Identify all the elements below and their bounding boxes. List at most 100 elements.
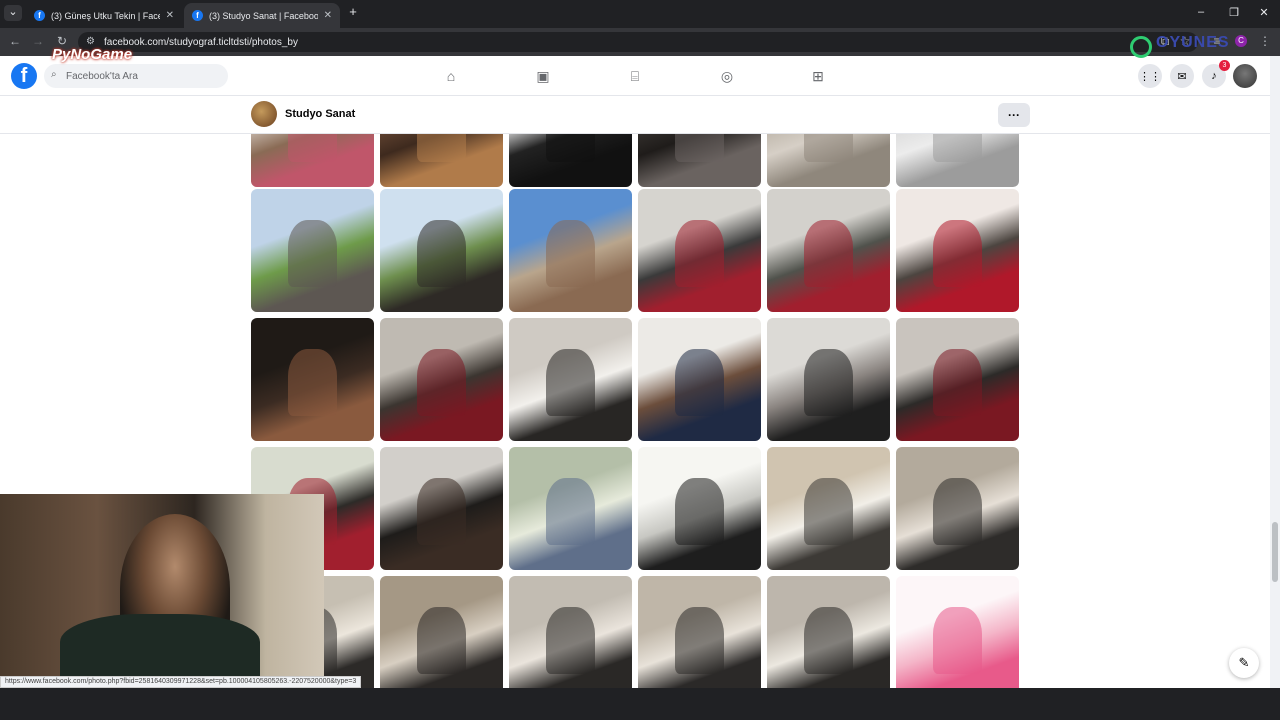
photo-thumbnail[interactable] <box>767 189 890 312</box>
page-scrollbar[interactable] <box>1270 56 1280 688</box>
home-icon[interactable]: ⌂ <box>442 67 460 85</box>
facebook-favicon-icon: f <box>34 10 45 21</box>
photo-thumbnail[interactable] <box>380 189 503 312</box>
photo-thumbnail[interactable] <box>509 447 632 570</box>
photo-subject <box>932 134 983 163</box>
new-tab-button[interactable]: + <box>345 4 361 19</box>
photo-subject <box>545 134 596 163</box>
photo-subject <box>803 348 854 417</box>
close-icon[interactable]: ✕ <box>324 10 332 21</box>
photo-subject <box>416 348 467 417</box>
photo-thumbnail[interactable] <box>509 576 632 688</box>
photo-subject <box>287 348 338 417</box>
photo-thumbnail[interactable] <box>638 318 761 441</box>
photo-subject <box>416 219 467 288</box>
apps-menu-icon[interactable]: ⋮⋮ <box>1138 64 1162 88</box>
video-icon[interactable]: ▣ <box>534 67 552 85</box>
photo-thumbnail[interactable] <box>638 447 761 570</box>
browser-tab-bar: ⌄ f (3) Güneş Utku Tekin | Facebook ✕ f … <box>0 0 1280 28</box>
marketplace-icon[interactable]: ⌸ <box>626 67 644 85</box>
tab-title: (3) Studyo Sanat | Facebook <box>209 10 318 21</box>
close-icon[interactable]: ✕ <box>166 10 174 21</box>
photo-subject <box>416 606 467 675</box>
gaming-icon[interactable]: ⊞ <box>809 67 827 85</box>
webcam-overlay <box>0 494 324 676</box>
groups-icon[interactable]: ◎ <box>718 67 736 85</box>
photo-thumbnail[interactable] <box>509 189 632 312</box>
taskbar-strip <box>0 688 1280 720</box>
menu-dots-icon[interactable]: ⋮ <box>1258 34 1272 48</box>
photo-subject <box>932 606 983 675</box>
url-text: facebook.com/studyograf.ticltdsti/photos… <box>104 36 298 48</box>
photo-thumbnail[interactable] <box>896 189 1019 312</box>
link-preview-status: https://www.facebook.com/photo.php?fbid=… <box>0 676 362 688</box>
minimize-icon[interactable]: – <box>1193 6 1209 18</box>
photo-thumbnail[interactable] <box>509 134 632 187</box>
photo-thumbnail[interactable] <box>896 134 1019 187</box>
search-placeholder: Facebook'ta Ara <box>66 70 138 82</box>
stream-logo-right: OYUNES <box>1130 34 1230 58</box>
stream-logo-left: PyNoGame <box>52 46 133 63</box>
photo-thumbnail[interactable] <box>251 134 374 187</box>
photo-subject <box>674 134 725 163</box>
window-close-icon[interactable]: ✕ <box>1256 6 1272 19</box>
back-icon[interactable]: ← <box>8 34 22 48</box>
new-message-icon[interactable]: ✎ <box>1229 648 1259 678</box>
photo-thumbnail[interactable] <box>767 447 890 570</box>
more-options-button[interactable]: ··· <box>998 103 1030 127</box>
page-avatar[interactable] <box>251 101 277 127</box>
page-header-bar <box>0 96 1270 134</box>
photo-subject <box>287 219 338 288</box>
photo-subject <box>674 477 725 546</box>
photo-subject <box>545 219 596 288</box>
photo-thumbnail[interactable] <box>638 134 761 187</box>
photo-thumbnail[interactable] <box>638 576 761 688</box>
account-avatar[interactable] <box>1233 64 1257 88</box>
photo-thumbnail[interactable] <box>638 189 761 312</box>
browser-tab-2[interactable]: f (3) Studyo Sanat | Facebook ✕ <box>184 3 340 28</box>
photo-thumbnail[interactable] <box>380 576 503 688</box>
facebook-search-input[interactable]: ⌕ Facebook'ta Ara <box>44 64 228 88</box>
photo-subject <box>803 219 854 288</box>
browser-tab-1[interactable]: f (3) Güneş Utku Tekin | Facebook ✕ <box>26 3 182 28</box>
profile-avatar[interactable]: C <box>1235 35 1247 47</box>
photo-subject <box>416 134 467 163</box>
restore-icon[interactable]: ❐ <box>1226 6 1242 19</box>
photo-thumbnail[interactable] <box>896 447 1019 570</box>
tab-search-icon[interactable]: ⌄ <box>4 5 22 21</box>
photo-subject <box>545 477 596 546</box>
logo-ring-icon <box>1130 36 1152 58</box>
photo-subject <box>803 477 854 546</box>
facebook-logo[interactable]: f <box>11 63 37 89</box>
photo-thumbnail[interactable] <box>767 318 890 441</box>
photo-thumbnail[interactable] <box>767 134 890 187</box>
photo-thumbnail[interactable] <box>251 189 374 312</box>
photo-subject <box>545 606 596 675</box>
photo-thumbnail[interactable] <box>380 318 503 441</box>
photo-thumbnail[interactable] <box>380 134 503 187</box>
address-bar[interactable]: ⚙ facebook.com/studyograf.ticltdsti/phot… <box>78 32 1198 52</box>
photo-subject <box>932 477 983 546</box>
photo-subject <box>287 134 338 163</box>
photo-thumbnail[interactable] <box>767 576 890 688</box>
messenger-icon[interactable]: ✉ <box>1170 64 1194 88</box>
photo-thumbnail[interactable] <box>896 576 1019 688</box>
photo-subject <box>803 134 854 163</box>
scrollbar-thumb[interactable] <box>1272 522 1278 582</box>
photo-thumbnail[interactable] <box>896 318 1019 441</box>
photo-subject <box>674 606 725 675</box>
photo-thumbnail[interactable] <box>251 318 374 441</box>
facebook-favicon-icon: f <box>192 10 203 21</box>
photo-subject <box>674 219 725 288</box>
tab-title: (3) Güneş Utku Tekin | Facebook <box>51 10 160 21</box>
notification-count-badge: 3 <box>1219 60 1230 71</box>
photo-subject <box>932 219 983 288</box>
photo-subject <box>545 348 596 417</box>
photo-subject <box>416 477 467 546</box>
search-icon: ⌕ <box>51 69 57 80</box>
photo-thumbnail[interactable] <box>380 447 503 570</box>
page-title[interactable]: Studyo Sanat <box>285 108 355 120</box>
photo-thumbnail[interactable] <box>509 318 632 441</box>
forward-icon[interactable]: → <box>31 34 45 48</box>
photo-subject <box>674 348 725 417</box>
